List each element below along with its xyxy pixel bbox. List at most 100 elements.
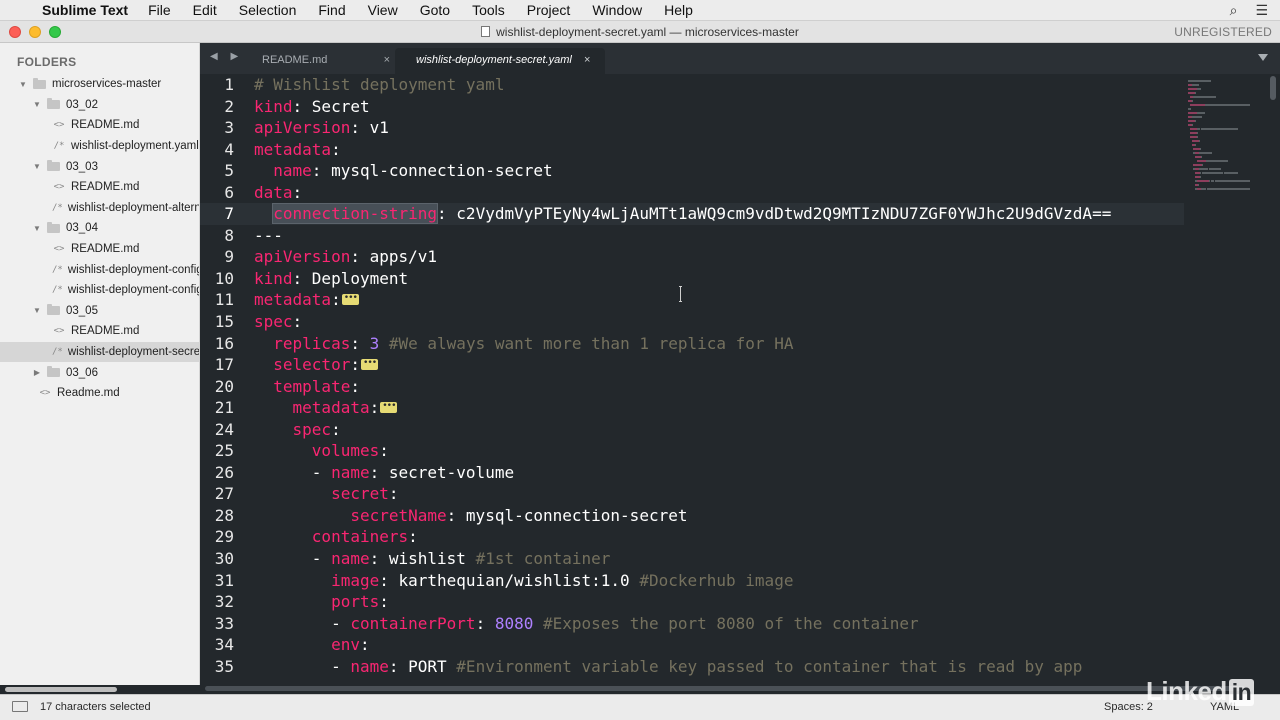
code-line[interactable]: 33 - containerPort: 8080 #Exposes the po… (200, 613, 1184, 635)
menu-view[interactable]: View (368, 2, 398, 18)
code-editor[interactable]: 1 # Wishlist deployment yaml 2 kind: Secret… (200, 74, 1280, 685)
line-number: 31 (214, 570, 234, 590)
spotlight-search-icon[interactable]: ⌕ (1230, 2, 1238, 19)
disclosure-open-icon[interactable]: ▼ (32, 162, 42, 171)
menu-help[interactable]: Help (664, 2, 693, 18)
code-line[interactable]: 5 name: mysql-connection-secret (200, 160, 1184, 182)
disclosure-closed-icon[interactable]: ▶ (32, 368, 42, 377)
minimap-line (1195, 144, 1197, 146)
code-token: template (273, 376, 351, 396)
minimap-line (1199, 148, 1201, 150)
code-line[interactable]: 21 metadata: (200, 396, 1184, 419)
menu-window[interactable]: Window (592, 2, 642, 18)
code-line[interactable]: 7 connection-string: c2VydmVyPTEyNy4wLjA… (200, 203, 1184, 225)
folded-region-icon[interactable] (360, 353, 378, 375)
disclosure-open-icon[interactable]: ▼ (18, 80, 28, 89)
minimap[interactable] (1184, 74, 1264, 685)
sidebar-file[interactable]: /* wishlist-deployment-configmap-env.yaml (0, 280, 199, 301)
code-token: #Environment variable key passed to cont… (456, 656, 1083, 676)
app-menu[interactable]: Sublime Text (42, 2, 128, 18)
tab-navigation-arrows[interactable]: ◀ ▶ (210, 51, 243, 62)
panel-toggle-icon[interactable] (12, 701, 28, 712)
code-line[interactable]: 11 metadata: (200, 288, 1184, 311)
editor-horizontal-scrollbar[interactable] (205, 686, 1265, 692)
disclosure-open-icon[interactable]: ▼ (32, 224, 42, 233)
sidebar-folder[interactable]: ▶ 03_06 (0, 362, 199, 383)
editor-vertical-scrollbar[interactable] (1270, 76, 1276, 100)
menu-file[interactable]: File (148, 2, 171, 18)
unregistered-label: UNREGISTERED (1174, 25, 1272, 39)
sidebar-file[interactable]: <> README.md (0, 239, 199, 260)
sidebar-file[interactable]: /* wishlist-deployment.yaml (0, 136, 199, 157)
code-token: 8080 (494, 613, 534, 633)
line-number: 15 (214, 312, 234, 332)
code-line[interactable]: 3 apiVersion: v1 (200, 117, 1184, 139)
minimap-line (1197, 160, 1206, 162)
code-line[interactable]: 16 replicas: 3 #We always want more than… (200, 333, 1184, 355)
code-line[interactable]: 4 metadata: (200, 139, 1184, 161)
code-line[interactable]: 20 template: (200, 376, 1184, 398)
code-line[interactable]: 28 secretName: mysql-connection-secret (200, 505, 1184, 527)
code-token: volumes (311, 441, 380, 461)
code-line[interactable]: 24 spec: (200, 419, 1184, 441)
code-lines[interactable]: 1 # Wishlist deployment yaml 2 kind: Secret… (200, 74, 1184, 677)
sidebar-file[interactable]: <> Readme.md (0, 383, 199, 404)
code-line[interactable]: 8 --- (200, 225, 1184, 247)
folded-region-icon[interactable] (380, 396, 398, 418)
code-line[interactable]: 15 spec: (200, 311, 1184, 333)
editor-horizontal-scroll-thumb[interactable] (205, 686, 1245, 691)
code-line[interactable]: 10 kind: Deployment (200, 268, 1184, 290)
code-line[interactable]: 34 env: (200, 634, 1184, 656)
sidebar-file[interactable]: /* wishlist-deployment-configmap.yaml (0, 259, 199, 280)
code-line[interactable]: 6 data: (200, 182, 1184, 204)
code-line[interactable]: 29 containers: (200, 526, 1184, 548)
menu-project[interactable]: Project (527, 2, 571, 18)
line-number: 11 (214, 290, 234, 310)
menu-goto[interactable]: Goto (420, 2, 450, 18)
sidebar-file[interactable]: <> README.md (0, 115, 199, 136)
sidebar-folder[interactable]: ▼ 03_03 (0, 156, 199, 177)
code-line[interactable]: 1 # Wishlist deployment yaml (200, 74, 1184, 96)
menu-edit[interactable]: Edit (193, 2, 217, 18)
sidebar-header: FOLDERS (17, 55, 77, 69)
code-line[interactable]: 32 ports: (200, 591, 1184, 613)
code-token: : (388, 484, 399, 504)
code-token: : (369, 398, 380, 418)
code-line[interactable]: 31 image: karthequian/wishlist:1.0 #Dock… (200, 570, 1184, 592)
sidebar-folder[interactable]: ▼ 03_05 (0, 301, 199, 322)
sidebar-file[interactable]: <> README.md (0, 321, 199, 342)
code-token: : (446, 505, 466, 525)
code-line[interactable]: 9 apiVersion: apps/v1 (200, 246, 1184, 268)
sidebar-file[interactable]: <> README.md (0, 177, 199, 198)
tab-close-icon[interactable]: × (584, 54, 590, 66)
code-line[interactable]: 17 selector: (200, 353, 1184, 376)
minimap-line (1197, 184, 1199, 186)
code-line[interactable]: 27 secret: (200, 483, 1184, 505)
code-line[interactable]: 30 - name: wishlist #1st container (200, 548, 1184, 570)
notification-list-icon[interactable]: ☰ (1255, 2, 1268, 19)
sidebar-folder[interactable]: ▼ 03_02 (0, 95, 199, 116)
sidebar-file[interactable]: /* wishlist-deployment-alternate.yaml (0, 198, 199, 219)
code-line[interactable]: 26 - name: secret-volume (200, 462, 1184, 484)
menu-tools[interactable]: Tools (472, 2, 505, 18)
line-number: 25 (214, 441, 234, 461)
disclosure-open-icon[interactable]: ▼ (32, 100, 42, 109)
menu-find[interactable]: Find (318, 2, 345, 18)
sidebar-horizontal-scrollbar[interactable] (5, 687, 117, 692)
menu-selection[interactable]: Selection (239, 2, 297, 18)
sidebar-folder[interactable]: ▼ microservices-master (0, 74, 199, 95)
code-line[interactable]: 35 - name: PORT #Environment variable ke… (200, 656, 1184, 678)
folded-region-icon[interactable] (341, 288, 359, 310)
code-token: : (331, 419, 341, 439)
sidebar-folder[interactable]: ▼ 03_04 (0, 218, 199, 239)
sidebar-file[interactable]: /* wishlist-deployment-secret.yaml (0, 341, 199, 363)
code-line[interactable]: 25 volumes: (200, 440, 1184, 462)
tab-close-icon[interactable]: × (384, 54, 390, 66)
code-line[interactable]: 2 kind: Secret (200, 96, 1184, 118)
tab-list-dropdown-icon[interactable] (1258, 54, 1268, 61)
disclosure-open-icon[interactable]: ▼ (32, 306, 42, 315)
tab-wishlist-deployment-secret[interactable]: wishlist-deployment-secret.yaml × (395, 48, 605, 74)
code-token: #Dockerhub image (639, 570, 794, 590)
